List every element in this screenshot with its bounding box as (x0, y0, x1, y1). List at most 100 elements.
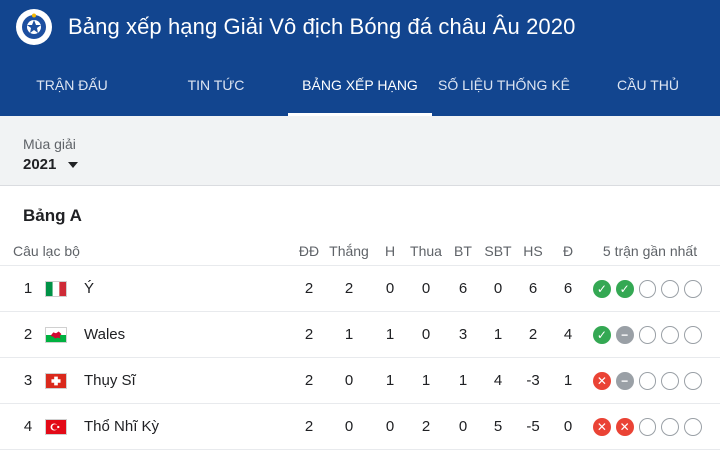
no-result-icon (684, 417, 702, 436)
table-row[interactable]: 1 Ý 2 2 0 0 6 0 6 6 ✓ ✓ (0, 266, 720, 312)
header-drawn: H (384, 242, 396, 259)
no-result-icon (638, 417, 657, 436)
no-result-icon (638, 325, 657, 344)
season-value: 2021 (23, 156, 57, 173)
goals-for: 6 (458, 280, 468, 297)
goal-difference: 6 (528, 280, 538, 297)
page-title: Bảng xếp hạng Giải Vô địch Bóng đá châu … (68, 14, 576, 39)
lost: 1 (421, 372, 431, 389)
goals-against: 1 (493, 326, 503, 343)
points: 6 (563, 280, 573, 297)
season-label: Mùa giải (23, 136, 76, 152)
position: 1 (23, 280, 33, 297)
wales-flag-icon (45, 312, 67, 357)
header-form: 5 trận gần nhất (602, 242, 698, 259)
win-result-icon: ✓ (593, 325, 611, 344)
played: 2 (304, 326, 314, 343)
loss-result-icon: ✕ (615, 417, 634, 436)
played: 2 (304, 372, 314, 389)
table-header-row: Câu lạc bộ ĐĐ Thắng H Thua BT SBT HS Đ 5… (0, 236, 720, 266)
win-result-icon: ✓ (593, 279, 611, 298)
team-name[interactable]: Thổ Nhĩ Kỳ (84, 404, 159, 449)
draw-result-icon: − (615, 325, 634, 344)
no-result-icon (684, 371, 702, 390)
no-result-icon (661, 279, 680, 298)
goals-against: 0 (493, 280, 503, 297)
group-title: Bảng A (23, 206, 82, 225)
goal-difference: 2 (528, 326, 538, 343)
no-result-icon (638, 279, 657, 298)
header-goals-for: BT (454, 242, 472, 259)
tab-matches[interactable]: TRẬN ĐẤU (0, 54, 144, 116)
lost: 2 (421, 418, 431, 435)
header-goals-against: SBT (484, 242, 512, 259)
goals-for: 0 (458, 418, 468, 435)
loss-result-icon: ✕ (593, 371, 611, 390)
caret-down-icon (68, 161, 79, 168)
title-row: Bảng xếp hạng Giải Vô địch Bóng đá châu … (0, 0, 720, 54)
won: 0 (344, 418, 354, 435)
italy-flag-icon (45, 266, 67, 311)
position: 2 (23, 326, 33, 343)
position: 4 (23, 418, 33, 435)
form-strip: ✕ − (593, 358, 707, 403)
standings-table: Câu lạc bộ ĐĐ Thắng H Thua BT SBT HS Đ 5… (0, 236, 720, 450)
won: 1 (344, 326, 354, 343)
drawn: 1 (385, 326, 395, 343)
team-name[interactable]: Wales (84, 312, 125, 357)
table-row[interactable]: 2 Wales 2 1 1 0 3 1 2 4 ✓ − (0, 312, 720, 358)
no-result-icon (661, 371, 680, 390)
points: 0 (563, 418, 573, 435)
points: 4 (563, 326, 573, 343)
no-result-icon (661, 325, 680, 344)
won: 2 (344, 280, 354, 297)
goals-against: 5 (493, 418, 503, 435)
tab-standings[interactable]: BẢNG XẾP HẠNG (288, 54, 432, 116)
no-result-icon (638, 371, 657, 390)
header-points: Đ (562, 242, 574, 259)
lost: 0 (421, 326, 431, 343)
tab-news[interactable]: TIN TỨC (144, 54, 288, 116)
form-strip: ✓ ✓ (593, 266, 707, 311)
header-goal-difference: HS (523, 242, 543, 259)
draw-result-icon: − (615, 371, 634, 390)
drawn: 0 (385, 418, 395, 435)
team-name[interactable]: Thụy Sĩ (84, 358, 136, 403)
header-lost: Thua (410, 242, 442, 259)
tab-players[interactable]: CẦU THỦ (576, 54, 720, 116)
lost: 0 (421, 280, 431, 297)
played: 2 (304, 418, 314, 435)
played: 2 (304, 280, 314, 297)
goals-for: 1 (458, 372, 468, 389)
season-panel: Mùa giải 2021 (0, 116, 720, 186)
goal-difference: -3 (526, 372, 540, 389)
turkey-flag-icon (45, 404, 67, 449)
table-row[interactable]: 3 Thụy Sĩ 2 0 1 1 1 4 -3 1 ✕ − (0, 358, 720, 404)
win-result-icon: ✓ (615, 279, 634, 298)
drawn: 0 (385, 280, 395, 297)
euro-2020-logo-icon (16, 9, 52, 45)
position: 3 (23, 372, 33, 389)
table-row[interactable]: 4 Thổ Nhĩ Kỳ 2 0 0 2 0 5 -5 0 ✕ ✕ (0, 404, 720, 450)
drawn: 1 (385, 372, 395, 389)
goal-difference: -5 (526, 418, 540, 435)
app-header: Bảng xếp hạng Giải Vô địch Bóng đá châu … (0, 0, 720, 116)
switzerland-flag-icon (45, 358, 67, 403)
header-played: ĐĐ (298, 242, 320, 259)
form-strip: ✓ − (593, 312, 707, 357)
won: 0 (344, 372, 354, 389)
season-dropdown[interactable]: 2021 (23, 156, 79, 173)
goals-against: 4 (493, 372, 503, 389)
tab-bar: TRẬN ĐẤU TIN TỨC BẢNG XẾP HẠNG SỐ LIỆU T… (0, 54, 720, 116)
loss-result-icon: ✕ (593, 417, 611, 436)
no-result-icon (684, 325, 702, 344)
no-result-icon (661, 417, 680, 436)
header-club: Câu lạc bộ (13, 242, 80, 259)
header-won: Thắng (329, 242, 369, 259)
form-strip: ✕ ✕ (593, 404, 707, 449)
points: 1 (563, 372, 573, 389)
goals-for: 3 (458, 326, 468, 343)
tab-statistics[interactable]: SỐ LIỆU THỐNG KÊ (432, 54, 576, 116)
team-name[interactable]: Ý (84, 266, 94, 311)
no-result-icon (684, 279, 702, 298)
